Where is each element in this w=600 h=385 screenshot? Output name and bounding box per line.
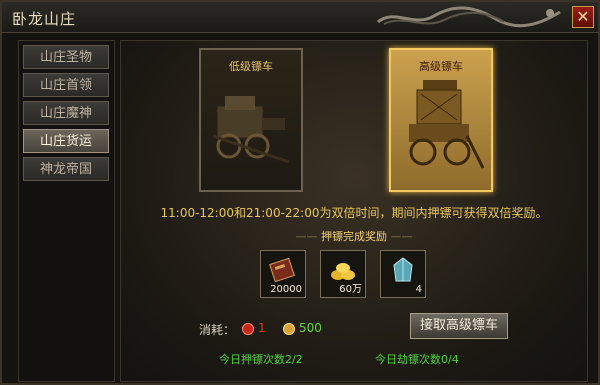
sidebar-item-holy-relic[interactable]: 山庄圣物 xyxy=(23,45,109,69)
crystal-icon xyxy=(393,257,413,282)
window: 卧龙山庄 ✕ 山庄圣物 山庄首领 山庄魔神 山庄货运 神龙帝国 低级镖车 高级镖… xyxy=(0,0,600,385)
reward-slot[interactable]: 20000 xyxy=(260,250,306,298)
gold-icon xyxy=(283,323,295,335)
low-level-cart-card[interactable]: 低级镖车 xyxy=(199,48,303,192)
high-level-cart-card[interactable]: 高级镖车 xyxy=(389,48,493,192)
cart-label-low: 低级镖车 xyxy=(229,60,273,73)
red-token-icon xyxy=(242,323,254,335)
dragon-ornament-icon xyxy=(377,6,561,28)
cart-label-high: 高级镖车 xyxy=(419,60,463,73)
cost-label: 消耗： xyxy=(199,323,236,337)
cost-value-gold: 500 xyxy=(299,321,322,335)
sidebar-item-demon-god[interactable]: 山庄魔神 xyxy=(23,101,109,125)
reward-slot[interactable]: 4 xyxy=(380,250,426,298)
divider: —— xyxy=(295,230,318,243)
sidebar-item-leader[interactable]: 山庄首领 xyxy=(23,73,109,97)
daily-escort-count: 今日押镖次数2/2 xyxy=(219,353,303,366)
cost-value-token: 1 xyxy=(258,321,266,335)
sidebar-item-dragon-empire[interactable]: 神龙帝国 xyxy=(23,157,109,181)
double-time-info: 11:00-12:00和21:00-22:00为双倍时间，期间内押镖可获得双倍奖… xyxy=(160,206,548,220)
sidebar-item-freight[interactable]: 山庄货运 xyxy=(23,129,109,153)
reward-slot[interactable]: 60万 xyxy=(320,250,366,298)
reward-title: —— 押镖完成奖励 —— xyxy=(121,228,587,244)
sidebar: 山庄圣物 山庄首领 山庄魔神 山庄货运 神龙帝国 xyxy=(18,40,115,382)
accept-high-level-cart-button[interactable]: 接取高级镖车 xyxy=(410,313,508,339)
cart-icon xyxy=(212,96,290,164)
reward-count: 60万 xyxy=(339,284,362,295)
daily-rob-count: 今日劫镖次数0/4 xyxy=(375,353,459,366)
reward-count: 4 xyxy=(415,284,422,295)
reward-count: 20000 xyxy=(270,284,302,295)
freight-panel: 低级镖车 高级镖车 11:00-12:00和21:00-22:00为双倍时间，期… xyxy=(120,40,588,382)
reward-title-text: 押镖完成奖励 xyxy=(321,230,387,243)
window-title: 卧龙山庄 xyxy=(12,10,77,28)
close-button[interactable]: ✕ xyxy=(572,6,594,28)
cart-icon xyxy=(409,80,485,169)
book-icon xyxy=(269,257,295,283)
title-bar: 卧龙山庄 ✕ xyxy=(2,2,598,33)
divider: —— xyxy=(390,230,413,243)
